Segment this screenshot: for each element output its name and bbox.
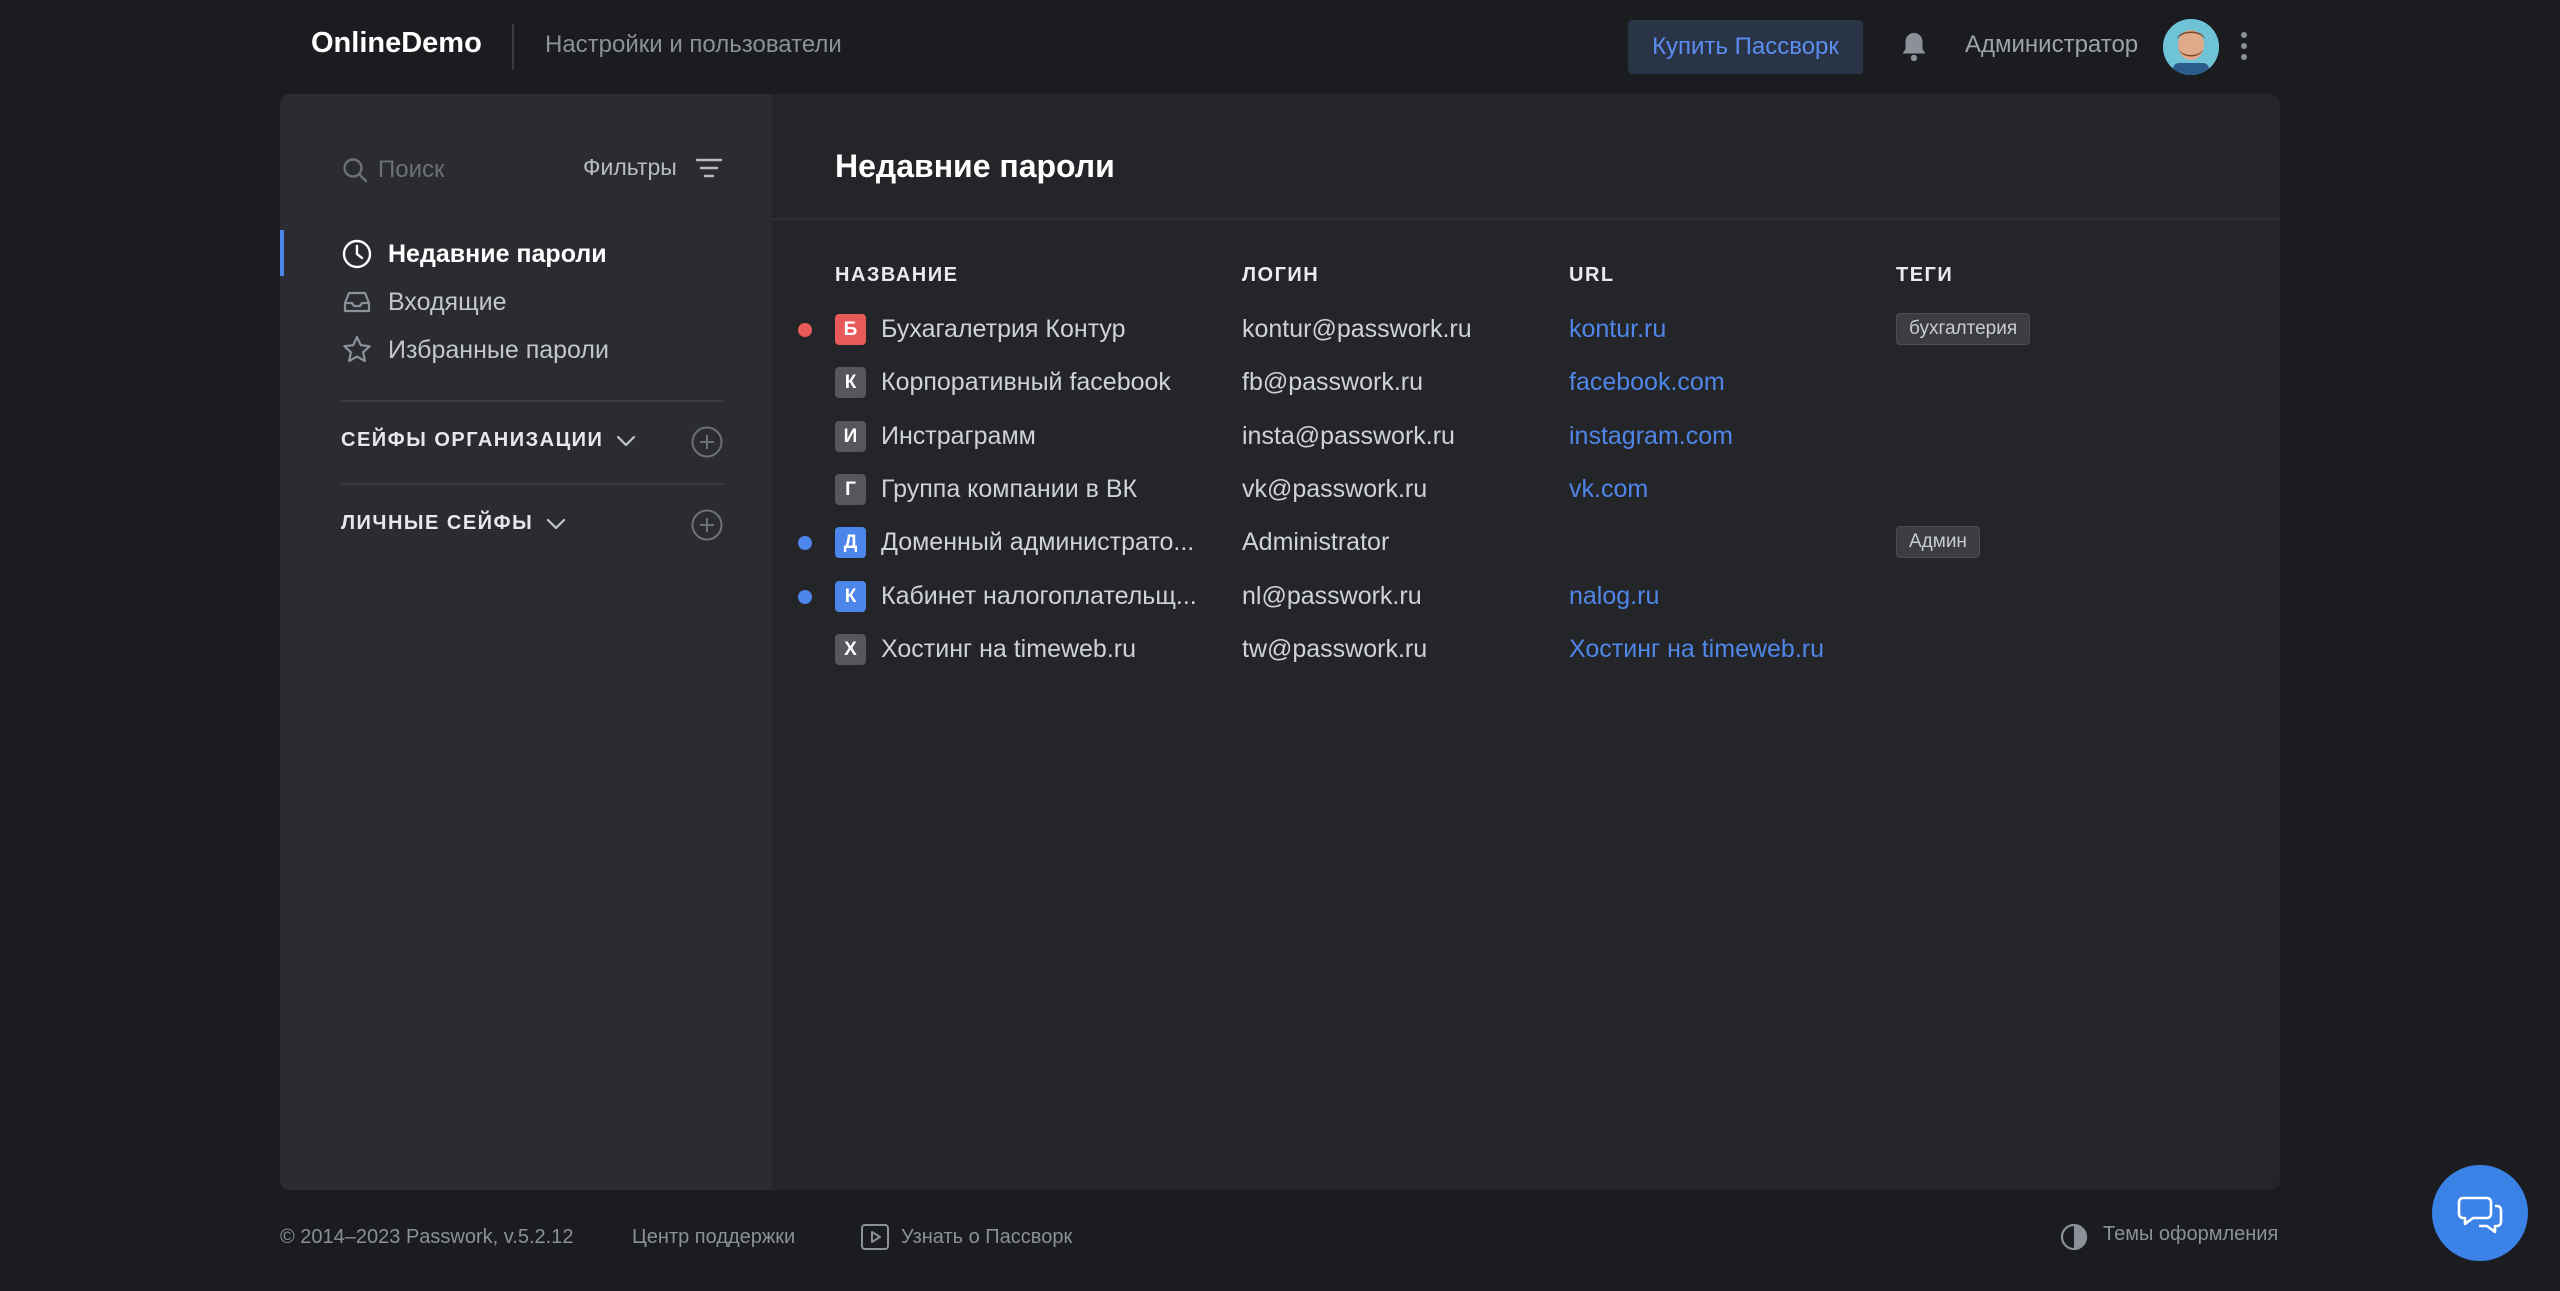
initial-badge: И — [835, 421, 866, 452]
tag-badge[interactable]: Админ — [1896, 526, 1980, 558]
row-url[interactable]: nalog.ru — [1569, 582, 1659, 611]
content-divider — [772, 218, 2280, 220]
row-login: nl@passwork.ru — [1242, 582, 1422, 610]
search-input[interactable]: Поиск — [378, 156, 445, 184]
column-header-tags[interactable]: ТЕГИ — [1896, 264, 1953, 287]
table-row[interactable]: Д Доменный администрато... Administrator Ад… — [280, 517, 2280, 567]
row-name: Кабинет налогоплательщ... — [881, 582, 1197, 610]
initial-badge: К — [835, 581, 866, 612]
initial-badge: Б — [835, 314, 866, 345]
table-row[interactable]: Б Бухагалетрия Контур kontur@passwork.ru ko… — [280, 304, 2280, 354]
row-login: vk@passwork.ru — [1242, 475, 1428, 503]
column-header-login[interactable]: ЛОГИН — [1242, 264, 1319, 287]
play-icon[interactable] — [860, 1223, 890, 1251]
row-login: kontur@passwork.ru — [1242, 315, 1472, 343]
active-indicator — [280, 230, 284, 276]
main-card: Поиск Фильтры Недавние пароли Входящие И… — [280, 94, 2280, 1190]
row-name: Корпоративный facebook — [881, 368, 1171, 396]
row-url[interactable]: instagram.com — [1569, 422, 1733, 451]
initial-badge: Д — [835, 527, 866, 558]
row-name: Группа компании в ВК — [881, 475, 1138, 503]
bell-icon[interactable] — [1898, 30, 1930, 64]
row-login: tw@passwork.ru — [1242, 635, 1428, 663]
user-name[interactable]: Администратор — [1965, 31, 2138, 59]
table-row[interactable]: К Кабинет налогоплательщ... nl@passwork.ru… — [280, 571, 2280, 621]
row-name: Доменный администрато... — [881, 528, 1195, 556]
table-row[interactable]: Х Хостинг на timeweb.ru tw@passwork.ru Хост… — [280, 624, 2280, 674]
avatar[interactable] — [2163, 19, 2219, 75]
row-login: fb@passwork.ru — [1242, 368, 1423, 396]
sidebar-item-label: Недавние пароли — [388, 239, 607, 268]
footer: © 2014–2023 Passwork, v.5.2.12 Центр под… — [0, 1210, 2560, 1270]
learn-link[interactable]: Узнать о Пассворк — [901, 1226, 1072, 1249]
table-row[interactable]: К Корпоративный facebook fb@passwork.ru fac… — [280, 357, 2280, 407]
status-dot — [798, 323, 812, 337]
initial-badge: К — [835, 367, 866, 398]
chat-button[interactable] — [2432, 1165, 2528, 1261]
search-icon[interactable] — [341, 156, 369, 184]
table-row[interactable]: И Инстраграмм insta@passwork.ru instagram.c… — [280, 411, 2280, 461]
more-menu-icon[interactable] — [2236, 28, 2252, 64]
row-url[interactable]: Хостинг на timeweb.ru — [1569, 635, 1824, 664]
buy-button[interactable]: Купить Пассворк — [1628, 20, 1863, 74]
column-header-name[interactable]: НАЗВАНИЕ — [835, 264, 958, 287]
filter-icon[interactable] — [695, 156, 723, 180]
tag-badge[interactable]: бухгалтерия — [1896, 313, 2031, 345]
support-link[interactable]: Центр поддержки — [632, 1226, 795, 1249]
copyright: © 2014–2023 Passwork, v.5.2.12 — [280, 1226, 574, 1248]
filters-button[interactable]: Фильтры — [583, 154, 677, 181]
row-login: insta@passwork.ru — [1242, 422, 1455, 450]
status-dot — [798, 536, 812, 550]
row-login: Administrator — [1242, 528, 1390, 556]
row-url[interactable]: vk.com — [1569, 475, 1648, 504]
brand-divider — [512, 24, 514, 70]
sidebar-item-recent[interactable]: Недавние пароли — [341, 234, 607, 274]
brand-logo[interactable]: OnlineDemo — [311, 27, 482, 60]
row-name: Хостинг на timeweb.ru — [881, 635, 1137, 663]
table-row[interactable]: Г Группа компании в ВК vk@passwork.ru vk.co… — [280, 464, 2280, 514]
page-title: Недавние пароли — [835, 148, 1115, 184]
theme-icon[interactable] — [2059, 1222, 2089, 1252]
column-header-url[interactable]: URL — [1569, 264, 1615, 287]
status-dot — [798, 590, 812, 604]
initial-badge: Г — [835, 474, 866, 505]
top-bar: OnlineDemo Настройки и пользователи Купи… — [0, 0, 2560, 92]
row-url[interactable]: facebook.com — [1569, 368, 1725, 397]
clock-icon — [342, 239, 372, 269]
row-name: Бухагалетрия Контур — [881, 315, 1126, 343]
chat-icon — [2457, 1196, 2503, 1234]
themes-link[interactable]: Темы оформления — [2103, 1223, 2278, 1246]
row-url[interactable]: kontur.ru — [1569, 315, 1666, 344]
settings-link[interactable]: Настройки и пользователи — [545, 31, 842, 59]
initial-badge: Х — [835, 634, 866, 665]
row-name: Инстраграмм — [881, 422, 1036, 450]
